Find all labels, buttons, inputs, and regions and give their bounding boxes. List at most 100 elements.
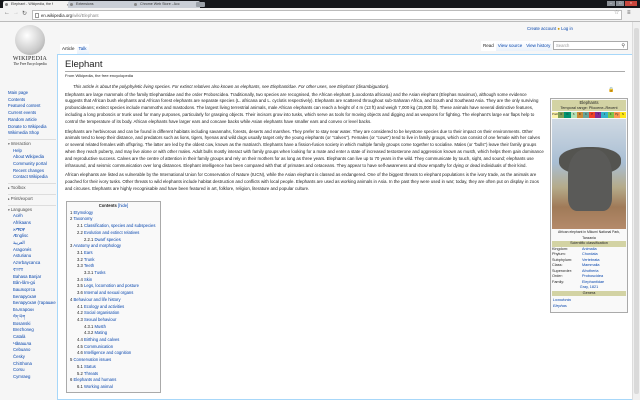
scrollbar-thumb[interactable]	[634, 28, 639, 394]
address-bar[interactable]: en.wikipedia.org/wiki/Elephant	[32, 10, 622, 20]
login-link[interactable]: Log in	[561, 26, 573, 31]
menu-icon[interactable]: ≡	[627, 10, 631, 16]
tab-elephant[interactable]: Elephant - Wikipedia, the f×	[3, 1, 71, 8]
language-link[interactable]: Cymraeg	[8, 374, 56, 381]
language-link[interactable]: Ænglisc	[8, 233, 56, 240]
toc-item[interactable]: 1 Etymology	[70, 210, 157, 217]
toc-number: 5.1	[77, 363, 83, 369]
language-link[interactable]: Brezhoneg	[8, 327, 56, 334]
toc-item[interactable]: 3.4 Skin	[70, 277, 157, 284]
tab-extensions[interactable]: Extensions×	[68, 1, 136, 8]
back-icon[interactable]: ←	[4, 10, 10, 16]
maximize-icon[interactable]: □	[616, 1, 624, 6]
toc-item[interactable]: 2.1 Classification, species and subspeci…	[70, 223, 157, 230]
language-link[interactable]: বাংলা	[8, 267, 56, 274]
language-link[interactable]: Беларуская (тарашкевіца)	[8, 300, 56, 307]
tab-talk[interactable]: Talk	[76, 44, 89, 54]
toc-item[interactable]: 5.1 Status	[70, 364, 157, 371]
sidebar-interaction-link[interactable]: Community portal	[8, 161, 56, 168]
toc-item[interactable]: 3.3 Teeth	[70, 263, 157, 270]
scrollbar[interactable]	[632, 22, 640, 400]
forward-icon[interactable]: →	[13, 10, 19, 16]
language-link[interactable]: Afrikaans	[8, 220, 56, 227]
toc-item[interactable]: 3.3.1 Tusks	[70, 270, 157, 277]
language-link[interactable]: Corsu	[8, 367, 56, 374]
bookmark-star-icon[interactable]: ☆	[614, 9, 619, 16]
sidebar-nav-link[interactable]: Contents	[8, 97, 56, 104]
language-link[interactable]: Беларуская	[8, 294, 56, 301]
language-link[interactable]: Aragonés	[8, 247, 56, 254]
language-link[interactable]: ChiShona	[8, 361, 56, 368]
language-link[interactable]: Башҡортса	[8, 287, 56, 294]
interaction-heading[interactable]: Interaction	[8, 138, 56, 148]
language-link[interactable]: Чӑвашла	[8, 341, 56, 348]
elephant-photo[interactable]	[552, 119, 626, 229]
tab-read[interactable]: Read	[481, 41, 496, 51]
sidebar-nav-link[interactable]: Random article	[8, 117, 56, 124]
tab-view-history[interactable]: View history	[524, 41, 553, 51]
sidebar-nav-link[interactable]: Donate to Wikipedia	[8, 124, 56, 131]
language-link[interactable]: Česky	[8, 354, 56, 361]
sidebar-nav-link[interactable]: Featured content	[8, 103, 56, 110]
sidebar-nav-link[interactable]: Main page	[8, 90, 56, 97]
sidebar-interaction-link[interactable]: About Wikipedia	[8, 154, 56, 161]
toolbox-heading[interactable]: Toolbox	[8, 183, 56, 192]
toc-item[interactable]: 4.1 Ecology and activities	[70, 304, 157, 311]
sidebar-interaction-link[interactable]: Contact Wikipedia	[8, 174, 56, 181]
language-link[interactable]: Català	[8, 334, 56, 341]
tab-chrome-web-store[interactable]: Chrome Web Store - Acc×	[132, 1, 200, 8]
language-link[interactable]: Azərbaycanca	[8, 260, 56, 267]
language-link[interactable]: አማርኛ	[8, 227, 56, 234]
toc-item[interactable]: 2 Taxonomy	[70, 216, 157, 223]
toc-item[interactable]: 3.6 Internal and sexual organs	[70, 290, 157, 297]
tab-article[interactable]: Article	[60, 44, 77, 54]
sidebar-interaction-link[interactable]: Recent changes	[8, 168, 56, 175]
language-link[interactable]: Acèh	[8, 213, 56, 220]
toc-item[interactable]: 4.6 Intelligence and cognition	[70, 350, 157, 357]
wikipedia-logo[interactable]: WIKIPEDIA The Free Encyclopedia	[12, 25, 48, 66]
toc-item[interactable]: 3.2 Trunk	[70, 257, 157, 264]
reload-icon[interactable]: ↻	[22, 10, 27, 17]
toc-item[interactable]: 4.4 Birthing and calves	[70, 337, 157, 344]
language-link[interactable]: Български	[8, 307, 56, 314]
tab-label: Chrome Web Store - Acc	[140, 2, 180, 6]
toc-item[interactable]: 4.2 Social organisation	[70, 310, 157, 317]
language-link[interactable]: العربية	[8, 240, 56, 247]
toc-hide-toggle[interactable]: [hide]	[118, 203, 128, 208]
new-tab-button[interactable]	[196, 2, 205, 7]
toc-item[interactable]: 3.1 Ears	[70, 250, 157, 257]
timeline-period[interactable]: N	[619, 112, 627, 118]
language-link[interactable]: Bahasa Banjar	[8, 274, 56, 281]
sidebar-nav-link[interactable]: Current events	[8, 110, 56, 117]
languages-heading[interactable]: Languages	[8, 204, 56, 214]
toc-item[interactable]: 4.5 Communication	[70, 344, 157, 351]
minimize-icon[interactable]: –	[607, 1, 615, 6]
print-export-heading[interactable]: Print/export	[8, 193, 56, 203]
sidebar-nav-link[interactable]: Wikimedia Shop	[8, 130, 56, 137]
genus-link[interactable]: Elephas	[553, 304, 625, 310]
toc-item[interactable]: 2.2 Evolution and extinct relatives	[70, 230, 157, 237]
search-input[interactable]: Search ⚲	[553, 41, 628, 50]
toc-item[interactable]: 6.1 Working animal	[70, 384, 157, 391]
toc-item[interactable]: 5 Conservation issues	[70, 357, 157, 364]
toc-item[interactable]: 2.2.1 Dwarf species	[70, 237, 157, 244]
language-link[interactable]: Bân-lâm-gú	[8, 280, 56, 287]
tab-view-source[interactable]: View source	[495, 41, 525, 51]
toc-item[interactable]: 4 Behaviour and life history	[70, 297, 157, 304]
toc-item[interactable]: 4.3.2 Mating	[70, 330, 157, 337]
language-link[interactable]: Cebuano	[8, 347, 56, 354]
language-link[interactable]: Bosanski	[8, 321, 56, 328]
toc-item[interactable]: 3 Anatomy and morphology	[70, 243, 157, 250]
toc-item[interactable]: 4.3.1 Musth	[70, 324, 157, 331]
close-window-icon[interactable]: ×	[625, 1, 637, 6]
toc-item[interactable]: 3.5 Legs, locomotion and posture	[70, 283, 157, 290]
language-link[interactable]: བོད་ཡིག	[8, 314, 56, 321]
create-account-link[interactable]: Create account	[527, 26, 556, 31]
toc-item[interactable]: 4.3 Sexual behaviour	[70, 317, 157, 324]
toc-item[interactable]: 6 Elephants and humans	[70, 377, 157, 384]
search-icon[interactable]: ⚲	[621, 42, 625, 50]
toc-number: 3.6	[77, 290, 83, 296]
sidebar-interaction-link[interactable]: Help	[8, 148, 56, 155]
language-link[interactable]: Asturianu	[8, 253, 56, 260]
toc-item[interactable]: 5.2 Threats	[70, 371, 157, 378]
